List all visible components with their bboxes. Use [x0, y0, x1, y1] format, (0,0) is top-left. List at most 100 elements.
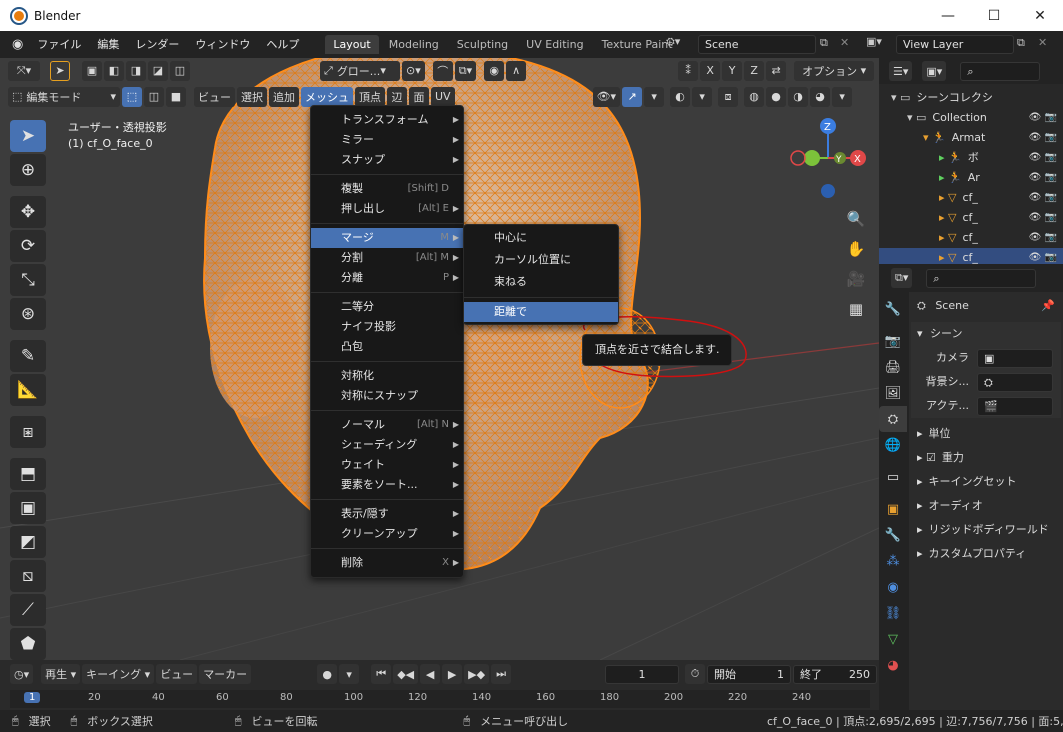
start-frame-field[interactable]: 開始 1	[707, 664, 792, 684]
expand-arrow-icon[interactable]: ▸	[917, 427, 923, 440]
scene-section-header[interactable]: ▾ シーン	[911, 322, 1061, 346]
outliner-display-mode-icon[interactable]: ☰▾	[889, 61, 913, 81]
rotate-tool-icon[interactable]: ⟳	[10, 230, 46, 262]
mesh-menu-item[interactable]: クリーンアップ ▶	[311, 524, 463, 544]
world-tab-icon[interactable]: 🌐	[879, 432, 907, 458]
tab-modeling[interactable]: Modeling	[381, 35, 447, 54]
mesh-menu-item[interactable]: 分離 P ▶	[311, 268, 463, 288]
mirror-y-button[interactable]: Y	[722, 60, 743, 81]
keying-set-icon[interactable]: ▾	[339, 664, 360, 684]
mesh-menu-item[interactable]: 分割 [Alt] M ▶	[311, 248, 463, 268]
menu-help[interactable]: ヘルプ	[258, 31, 307, 58]
shading-rendered-icon[interactable]: ◕	[810, 86, 831, 107]
mirror-x-button[interactable]: X	[700, 60, 721, 81]
jump-end-icon[interactable]: ⏭	[491, 664, 512, 684]
timeline-view-menu[interactable]: ビュー	[156, 664, 198, 684]
edge-select-icon[interactable]: ◫	[144, 86, 164, 107]
playback-menu[interactable]: 再生 ▾	[41, 664, 81, 684]
mesh-menu-item[interactable]: 対称化	[311, 366, 463, 386]
maximize-button[interactable]: ☐	[971, 0, 1017, 31]
timeline-editor-icon[interactable]: ◷▾	[10, 664, 34, 684]
xray-toggle-icon[interactable]: ⧈	[718, 86, 739, 107]
visibility-toggle-icon[interactable]: 👁 📷	[1029, 168, 1057, 188]
close-button[interactable]: ✕	[1017, 0, 1063, 31]
outliner-item-icon[interactable]: ▸ 🏃	[939, 151, 962, 164]
properties-editor-type-icon[interactable]: ⧉▾	[891, 268, 913, 288]
menu-file[interactable]: ファイル	[29, 31, 89, 58]
inset-tool-icon[interactable]: ▣	[10, 492, 46, 524]
outliner-filter-icon[interactable]: ▣▾	[922, 61, 947, 81]
physics-tab-icon[interactable]: ◉	[879, 574, 907, 600]
property-section-header[interactable]: ▸ リジッドボディワールド	[911, 518, 1061, 542]
modifier-tab-icon[interactable]: 🔧	[879, 522, 907, 548]
expand-arrow-icon[interactable]: ▸	[917, 475, 923, 488]
shading-material-icon[interactable]: ◑	[788, 86, 809, 107]
delete-view-layer-icon[interactable]: ✕	[1038, 36, 1047, 49]
outliner-item-icon[interactable]: ▸ ▽	[939, 191, 956, 204]
outliner-item-icon[interactable]: ▾ ▭	[891, 91, 910, 104]
outliner-row[interactable]: ▸ 🏃 ボ 👁 📷	[879, 148, 1063, 168]
move-tool-icon[interactable]: ✥	[10, 196, 46, 228]
scene-tab-icon[interactable]: ⛭	[879, 406, 907, 432]
menu-add[interactable]: 追加	[269, 86, 299, 107]
scene-icon[interactable]: ⛭▾	[666, 35, 680, 49]
add-cube-tool-icon[interactable]: ⧆	[10, 416, 46, 448]
marker-menu[interactable]: マーカー	[199, 664, 252, 684]
end-frame-field[interactable]: 終了 250	[793, 664, 878, 684]
menu-face[interactable]: 面	[409, 86, 429, 107]
visibility-toggle-icon[interactable]: 👁 📷	[1029, 188, 1057, 208]
menu-select[interactable]: 選択	[237, 86, 267, 107]
properties-search-input[interactable]: ⌕	[926, 268, 1037, 288]
pin-icon[interactable]: 📌	[1041, 294, 1055, 318]
gizmo-toggle-icon[interactable]: ↗	[622, 86, 643, 107]
play-icon[interactable]: ▶	[442, 664, 463, 684]
knife-tool-icon[interactable]: ⟋	[10, 594, 46, 626]
merge-collapse-item[interactable]: 束ねる	[464, 271, 618, 293]
view-layer-icon[interactable]: ▣▾	[866, 35, 882, 48]
tool-tab-icon[interactable]: 🔧	[879, 296, 907, 322]
select-mode-invert-icon[interactable]: ◪	[148, 60, 168, 81]
property-section-header[interactable]: ▸ 単位	[911, 422, 1061, 446]
menu-mesh[interactable]: メッシュ	[301, 86, 353, 107]
poly-build-tool-icon[interactable]: ⬟	[10, 628, 46, 660]
proportional-edit-icon[interactable]: ◉	[484, 60, 505, 81]
select-mode-intersect-icon[interactable]: ◫	[170, 60, 190, 81]
shading-wireframe-icon[interactable]: ◍	[744, 86, 765, 107]
mesh-menu-item[interactable]: ミラー ▶	[311, 130, 463, 150]
outliner-search-input[interactable]: ⌕	[960, 61, 1041, 81]
mesh-menu-item[interactable]: ナイフ投影	[311, 317, 463, 337]
outliner-row[interactable]: ▸ ▽ cf_ 👁 📷	[879, 228, 1063, 248]
mesh-options-icon[interactable]: ⇄	[766, 60, 787, 81]
outliner-row[interactable]: ▸ ▽ cf_ 👁 📷	[879, 188, 1063, 208]
view-layer-tab-icon[interactable]: 🖼	[879, 380, 907, 406]
expand-arrow-icon[interactable]: ▸	[917, 523, 923, 536]
new-view-layer-icon[interactable]: ⧉	[1017, 36, 1025, 50]
constraints-tab-icon[interactable]: ⛓	[879, 600, 907, 626]
menu-edit[interactable]: 編集	[89, 31, 127, 58]
navigation-gizmo[interactable]: Z X Y	[790, 116, 870, 206]
jump-start-icon[interactable]: ⏮	[371, 664, 392, 684]
auto-keying-icon[interactable]: ●	[317, 664, 338, 684]
mesh-menu-item[interactable]: 表示/隠す ▶	[311, 504, 463, 524]
snap-target-icon[interactable]: ⧉▾	[454, 60, 477, 81]
tab-uv-editing[interactable]: UV Editing	[518, 35, 591, 54]
camera-view-icon[interactable]: 🎥	[845, 264, 867, 294]
visibility-icon[interactable]: 👁▾	[592, 86, 621, 107]
data-tab-icon[interactable]: ▽	[879, 626, 907, 652]
mesh-menu-item[interactable]: 押し出し [Alt] E ▶	[311, 199, 463, 219]
menu-view[interactable]: ビュー	[194, 86, 235, 107]
mirror-z-button[interactable]: Z	[744, 60, 765, 81]
mirror-icon[interactable]: ⁑	[678, 60, 699, 81]
tab-layout[interactable]: Layout	[325, 35, 379, 54]
gravity-checkbox-icon[interactable]: ▸ ☑	[917, 451, 936, 464]
face-select-icon[interactable]: ■	[166, 86, 186, 107]
annotate-tool-icon[interactable]: ✎	[10, 340, 46, 372]
current-frame-field[interactable]: 1	[605, 664, 680, 684]
play-reverse-icon[interactable]: ◀	[420, 664, 441, 684]
view-layer-field[interactable]: View Layer	[896, 35, 1014, 54]
preview-range-icon[interactable]: ⏱	[685, 664, 706, 684]
outliner-item-icon[interactable]: ▾ ▭	[907, 111, 926, 124]
outliner-item-icon[interactable]: ▸ ▽	[939, 251, 956, 264]
gizmo-dropdown-icon[interactable]: ▾	[644, 86, 665, 107]
keying-menu[interactable]: キーイング ▾	[82, 664, 155, 684]
